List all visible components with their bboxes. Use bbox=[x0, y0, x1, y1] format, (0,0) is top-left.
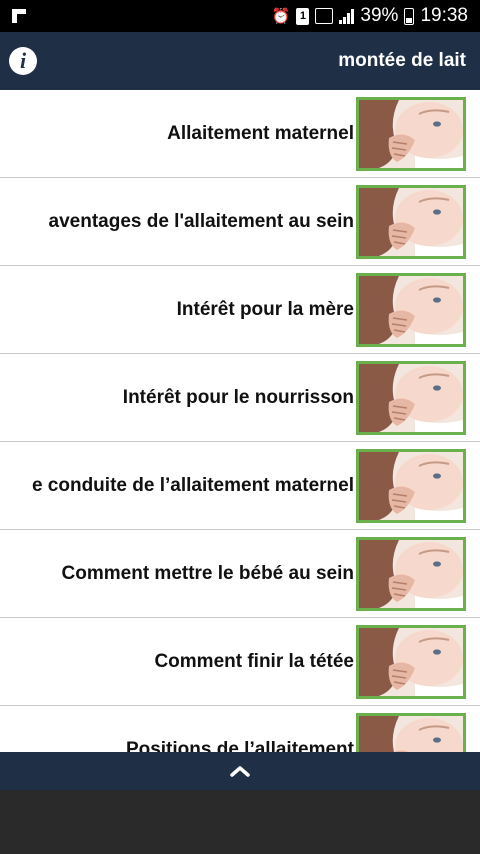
baby-nursing-thumbnail bbox=[356, 360, 466, 435]
list-item-label: Comment finir la tétée bbox=[154, 650, 354, 672]
baby-nursing-thumbnail bbox=[356, 96, 466, 171]
battery-percent: 39% bbox=[360, 5, 399, 26]
status-bar: ⏰ 1 39% 19:38 bbox=[0, 0, 480, 32]
topic-list: Allaitement maternel aventages de l'alla… bbox=[0, 90, 480, 752]
baby-nursing-thumbnail bbox=[356, 536, 466, 611]
chevron-up-icon[interactable] bbox=[229, 764, 251, 778]
baby-nursing-thumbnail bbox=[356, 272, 466, 347]
list-item[interactable]: aventages de l'allaitement au sein bbox=[0, 178, 480, 266]
list-item-label: Allaitement maternel bbox=[167, 122, 354, 144]
notification-flag-icon bbox=[12, 9, 26, 23]
baby-nursing-thumbnail bbox=[356, 712, 466, 752]
list-item-label: e conduite de l’allaitement maternel bbox=[31, 474, 354, 496]
list-item-label: Positions de l’allaitement bbox=[125, 738, 354, 753]
list-item[interactable]: Intérêt pour le nourrisson bbox=[0, 354, 480, 442]
list-item[interactable]: Comment finir la tétée bbox=[0, 618, 480, 706]
page-title: montée de lait bbox=[338, 50, 466, 71]
list-item[interactable]: e conduite de l’allaitement maternel bbox=[0, 442, 480, 530]
list-item[interactable]: Positions de l’allaitement bbox=[0, 706, 480, 752]
sim-icon: 1 bbox=[296, 7, 310, 25]
baby-nursing-thumbnail bbox=[356, 448, 466, 523]
list-item[interactable]: Allaitement maternel bbox=[0, 90, 480, 178]
signal-icon bbox=[315, 8, 334, 24]
list-item-label: Intérêt pour la mère bbox=[176, 298, 354, 320]
info-icon[interactable]: i bbox=[9, 47, 37, 75]
list-item[interactable]: Comment mettre le bébé au sein bbox=[0, 530, 480, 618]
alarm-icon: ⏰ bbox=[271, 7, 291, 25]
bottom-bar bbox=[0, 752, 480, 790]
baby-nursing-thumbnail bbox=[356, 624, 466, 699]
clock: 19:38 bbox=[420, 5, 468, 26]
cell-signal-icon bbox=[339, 8, 355, 24]
battery-icon bbox=[404, 7, 415, 25]
bottom-area bbox=[0, 790, 480, 854]
list-item[interactable]: Intérêt pour la mère bbox=[0, 266, 480, 354]
list-item-label: aventages de l'allaitement au sein bbox=[48, 210, 354, 232]
app-header: i montée de lait bbox=[0, 32, 480, 90]
baby-nursing-thumbnail bbox=[356, 184, 466, 259]
list-item-label: Comment mettre le bébé au sein bbox=[61, 562, 354, 584]
list-item-label: Intérêt pour le nourrisson bbox=[122, 386, 354, 408]
